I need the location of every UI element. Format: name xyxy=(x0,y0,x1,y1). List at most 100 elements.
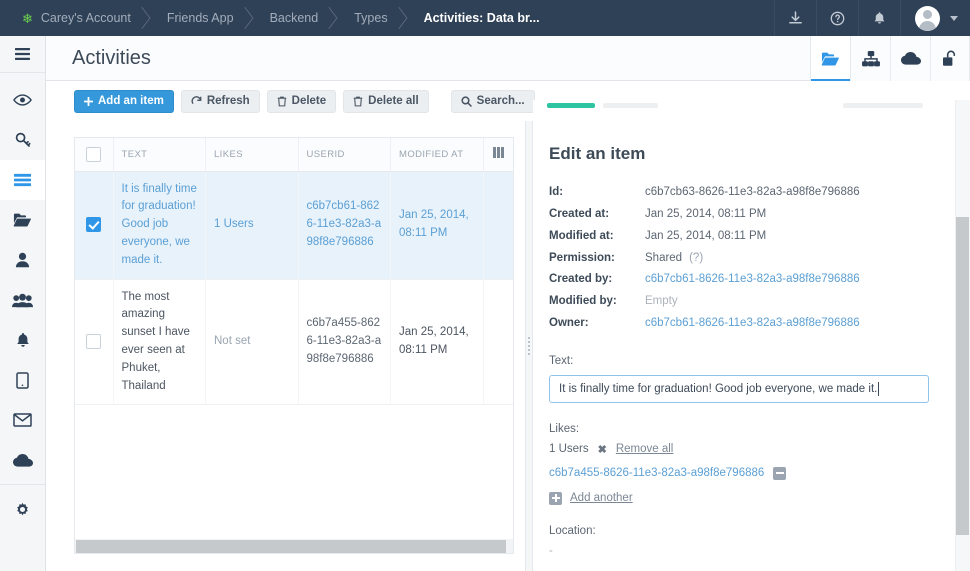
sidebar-item-cloud[interactable] xyxy=(0,440,45,480)
sidebar-item-messages[interactable] xyxy=(0,400,45,440)
scrollbar-thumb[interactable] xyxy=(956,217,969,535)
panel-splitter[interactable] xyxy=(525,121,533,571)
search-button[interactable]: Search... xyxy=(450,89,535,113)
field-id: Id: c6b7cb63-8626-11e3-82a3-a98f8e796886 xyxy=(549,182,938,204)
column-header-likes[interactable]: LIKES xyxy=(205,138,299,172)
column-header-userid[interactable]: USERID xyxy=(298,138,391,172)
brand-logo[interactable]: ❄ xyxy=(0,0,39,36)
remove-all-icon[interactable]: ✖ xyxy=(598,443,607,456)
splitter-grip xyxy=(528,337,530,355)
avatar xyxy=(915,5,940,31)
table-row[interactable]: It is finally time for graduation! Good … xyxy=(75,171,513,280)
top-navigation-bar: ❄ Carey's Account Friends App Backend Ty… xyxy=(0,0,970,36)
field-value: Jan 25, 2014, 08:11 PM xyxy=(645,207,767,220)
sidebar-item-files[interactable] xyxy=(0,200,45,240)
like-user-link[interactable]: c6b7a455-8626-11e3-82a3-a98f8e796886 xyxy=(549,467,764,479)
delete-all-label: Delete all xyxy=(368,95,419,107)
notifications-icon[interactable] xyxy=(858,0,900,36)
detail-panel: Edit an item Id: c6b7cb63-8626-11e3-82a3… xyxy=(533,100,970,571)
detail-tab-tertiary[interactable] xyxy=(843,103,923,108)
field-value: Jan 25, 2014, 08:11 PM xyxy=(645,229,767,242)
field-value-link[interactable]: c6b7cb61-8626-11e3-82a3-a98f8e796886 xyxy=(645,313,860,335)
delete-all-button[interactable]: Delete all xyxy=(343,89,429,113)
breadcrumb-item-account[interactable]: Carey's Account xyxy=(39,0,157,36)
refresh-button[interactable]: Refresh xyxy=(180,89,260,113)
field-created-at: Created at: Jan 25, 2014, 08:11 PM xyxy=(549,204,938,226)
row-checkbox[interactable] xyxy=(86,216,102,232)
select-all-checkbox[interactable] xyxy=(86,146,102,162)
table-body: It is finally time for graduation! Good … xyxy=(75,171,513,406)
page-title: Activities xyxy=(72,46,151,69)
row-select-cell[interactable] xyxy=(75,171,114,280)
cell-likes: 1 Users xyxy=(205,171,299,280)
sidebar-item-data[interactable] xyxy=(0,160,45,200)
breadcrumb-item-backend[interactable]: Backend xyxy=(260,0,345,36)
topbar-actions xyxy=(774,0,970,36)
sidebar-item-keys[interactable] xyxy=(0,120,45,160)
help-icon[interactable] xyxy=(816,0,858,36)
add-another-row: Add another xyxy=(549,491,938,505)
text-input[interactable]: It is finally time for graduation! Good … xyxy=(549,374,929,403)
cell-spacer xyxy=(483,171,513,280)
refresh-label: Refresh xyxy=(206,95,250,107)
sidebar-item-notifications[interactable] xyxy=(0,320,45,360)
cell-text: It is finally time for graduation! Good … xyxy=(113,171,206,280)
field-permission: Permission: Shared (?) xyxy=(549,248,938,270)
sidebar-item-users[interactable] xyxy=(0,280,45,320)
permission-help-icon[interactable]: (?) xyxy=(689,248,703,270)
detail-tab-secondary[interactable] xyxy=(603,103,658,108)
delete-label: Delete xyxy=(291,95,327,107)
column-settings-header[interactable] xyxy=(483,138,513,172)
detail-tab-active[interactable] xyxy=(547,103,595,108)
remove-all-link[interactable]: Remove all xyxy=(616,443,674,455)
columns-icon xyxy=(493,147,504,159)
field-label: Modified by: xyxy=(549,295,617,308)
sidebar-item-menu-toggle[interactable] xyxy=(0,36,45,73)
cell-userid: c6b7cb61-8626-11e3-82a3-a98f8e796886 xyxy=(298,171,391,280)
select-all-header[interactable] xyxy=(75,138,114,172)
table-header-row: TEXT LIKES USERID MODIFIED AT xyxy=(75,138,513,172)
field-created-by: Created by: c6b7cb61-8626-11e3-82a3-a98f… xyxy=(549,269,938,291)
breadcrumb-item-app[interactable]: Friends App xyxy=(157,0,260,36)
tab-cloud[interactable] xyxy=(890,36,930,81)
field-label: Permission: xyxy=(549,251,615,264)
cell-likes: Not set xyxy=(205,279,299,406)
column-header-modified-at[interactable]: MODIFIED AT xyxy=(390,138,484,172)
location-section-label: Location: xyxy=(549,524,596,537)
detail-body: Edit an item Id: c6b7cb63-8626-11e3-82a3… xyxy=(533,122,956,571)
tab-schema[interactable] xyxy=(850,36,890,81)
cell-modified-at: Jan 25, 2014, 08:11 PM xyxy=(390,171,484,280)
row-checkbox[interactable] xyxy=(86,333,102,349)
breadcrumb-item-types[interactable]: Types xyxy=(344,0,413,36)
delete-button[interactable]: Delete xyxy=(266,89,337,113)
table-horizontal-scrollbar[interactable] xyxy=(74,539,514,554)
sidebar-item-monitor[interactable] xyxy=(0,80,45,120)
tab-data[interactable] xyxy=(810,36,850,81)
user-menu[interactable] xyxy=(900,0,970,36)
detail-vertical-scrollbar[interactable] xyxy=(955,100,970,571)
column-header-text[interactable]: TEXT xyxy=(113,138,206,172)
field-label: Id: xyxy=(549,186,564,198)
field-label: Owner: xyxy=(549,317,589,330)
sidebar-item-devices[interactable] xyxy=(0,360,45,400)
breadcrumb-label: Backend xyxy=(269,11,319,25)
sidebar-item-user[interactable] xyxy=(0,240,45,280)
breadcrumb-item-activities[interactable]: Activities: Data br... xyxy=(414,0,566,36)
table-row[interactable]: The most amazing sunset I have ever seen… xyxy=(75,279,513,406)
add-another-link[interactable]: Add another xyxy=(570,492,633,504)
sidebar-item-settings[interactable] xyxy=(0,489,45,529)
field-value-link[interactable]: c6b7cb61-8626-11e3-82a3-a98f8e796886 xyxy=(645,269,860,291)
remove-like-icon[interactable] xyxy=(773,466,787,480)
row-select-cell[interactable] xyxy=(75,279,114,406)
add-item-button[interactable]: Add an item xyxy=(74,89,174,113)
breadcrumb-label: Activities: Data br... xyxy=(423,11,540,25)
field-value: Shared xyxy=(645,251,683,264)
scrollbar-thumb[interactable] xyxy=(76,540,506,553)
add-icon[interactable] xyxy=(549,491,562,505)
left-sidebar xyxy=(0,36,46,571)
tab-permissions[interactable] xyxy=(930,36,970,81)
header-tab-group xyxy=(810,36,970,81)
download-icon[interactable] xyxy=(774,0,816,36)
search-label: Search... xyxy=(476,95,525,107)
